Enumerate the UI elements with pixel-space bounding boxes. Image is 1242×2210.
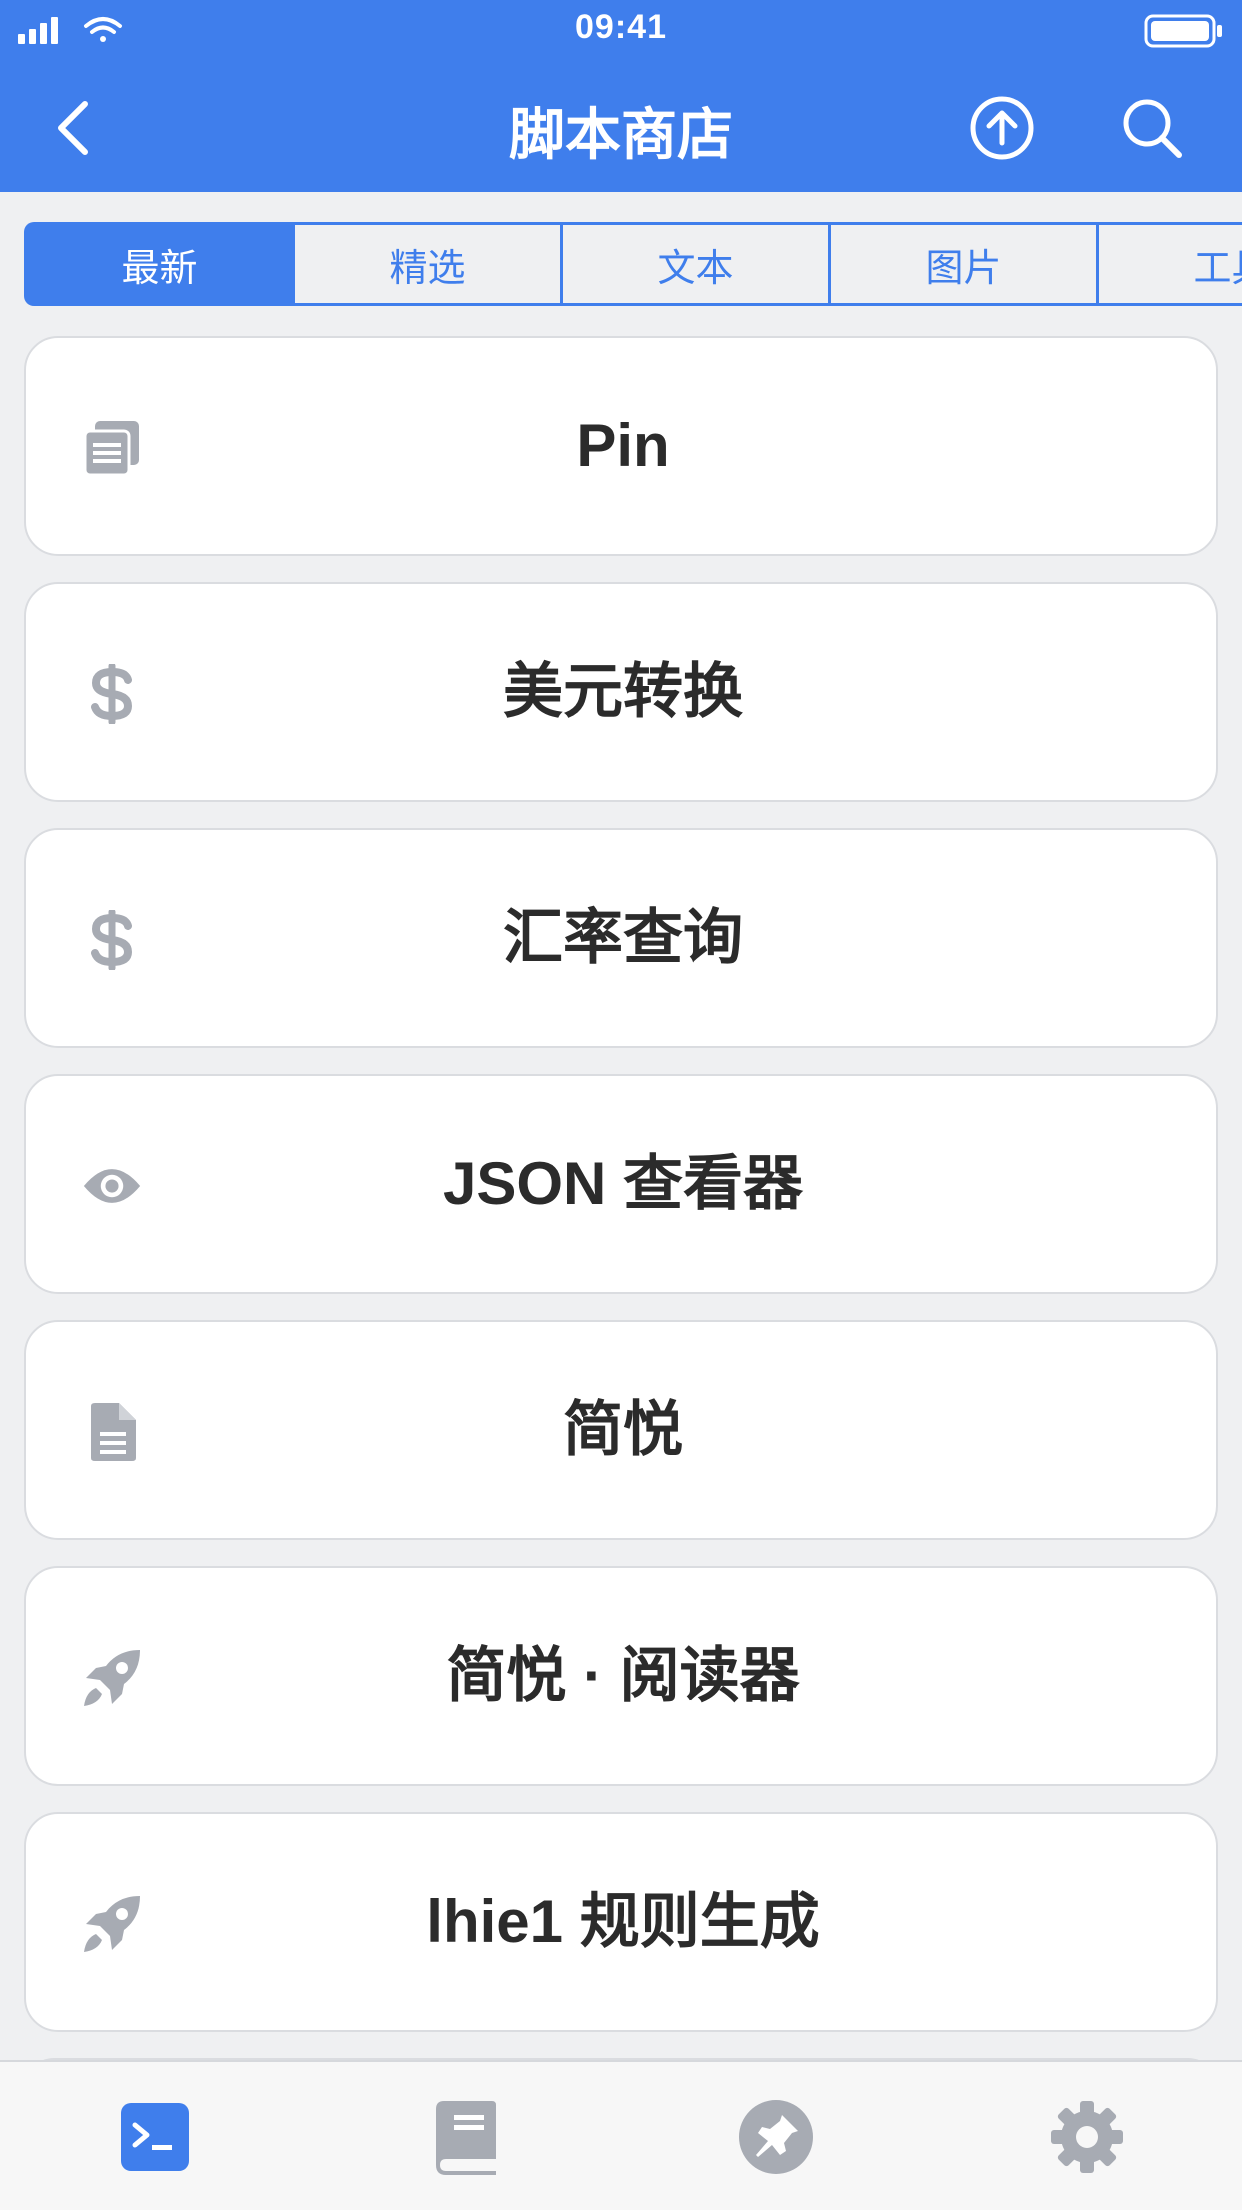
list-item[interactable]: Pin: [24, 336, 1218, 556]
tab-text[interactable]: 文本: [563, 225, 831, 303]
tab-library[interactable]: [421, 2092, 511, 2182]
bottom-tab-bar: [0, 2060, 1242, 2210]
tab-scripts[interactable]: [110, 2092, 200, 2182]
category-tabs: 最新 精选 文本 图片 工具: [24, 222, 1242, 306]
script-title: lhie1 规则生成: [426, 1888, 820, 1955]
status-time: 09:41: [575, 8, 667, 46]
script-title: JSON 查看器: [442, 1150, 804, 1217]
upload-button[interactable]: [962, 88, 1042, 168]
tab-latest[interactable]: 最新: [27, 225, 295, 303]
list-item[interactable]: lhie1 规则生成: [24, 1812, 1218, 2032]
status-bar: 09:41: [0, 0, 1242, 60]
upload-circle-icon: [970, 96, 1034, 160]
list-item[interactable]: JSON 查看器: [24, 1074, 1218, 1294]
tab-settings[interactable]: [1042, 2092, 1132, 2182]
list-item[interactable]: 简悦: [24, 1320, 1218, 1540]
battery-icon: [1144, 14, 1224, 53]
tab-featured[interactable]: 精选: [295, 225, 563, 303]
book-icon: [436, 2101, 496, 2175]
terminal-icon: [121, 2103, 189, 2171]
tab-tools[interactable]: 工具: [1099, 225, 1242, 303]
script-title: Pin: [576, 412, 670, 479]
gear-icon: [1051, 2101, 1123, 2173]
list-item[interactable]: 简悦 · 阅读器: [24, 1566, 1218, 1786]
pin-icon: [739, 2100, 813, 2174]
script-title: 美元转换: [503, 658, 743, 725]
list-item[interactable]: 汇率查询: [24, 828, 1218, 1048]
list-item[interactable]: 美元转换: [24, 582, 1218, 802]
script-title: 简悦: [563, 1396, 683, 1463]
script-title: 简悦 · 阅读器: [446, 1642, 800, 1709]
script-title: 汇率查询: [503, 904, 743, 971]
tab-pinned[interactable]: [731, 2092, 821, 2182]
page-title: 脚本商店: [509, 103, 733, 166]
tab-image[interactable]: 图片: [831, 225, 1099, 303]
search-icon: [1123, 99, 1182, 158]
search-button[interactable]: [1112, 88, 1192, 168]
navigation-bar: 脚本商店: [0, 60, 1242, 192]
